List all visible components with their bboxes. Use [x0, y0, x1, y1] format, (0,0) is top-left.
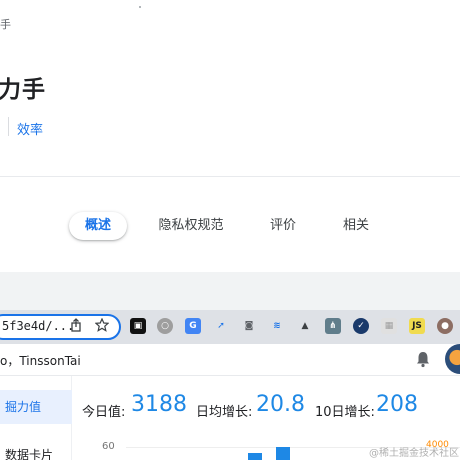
sidebar-item-data-card[interactable]: 数据卡片 — [5, 446, 53, 460]
watermark: @稀土掘金技术社区 — [369, 448, 459, 459]
js-extension-icon[interactable]: JS — [409, 318, 425, 334]
rocket-extension-icon[interactable]: ➚ — [213, 318, 229, 334]
app-extension-icon[interactable]: ▣ — [130, 318, 146, 334]
decorative-dot — [139, 6, 141, 8]
address-text: 5f3e4d/... — [2, 319, 75, 333]
page-title: 力手 — [0, 77, 46, 103]
record-extension-icon[interactable]: ○ — [157, 318, 173, 334]
chart-bar — [248, 453, 262, 460]
tab-related[interactable]: 相关 — [335, 212, 377, 240]
meta-divider — [8, 117, 9, 136]
translate-extension-icon[interactable]: G — [185, 318, 201, 334]
daily-growth-label: 日均增长: — [196, 405, 253, 420]
today-value: 3188 — [131, 392, 187, 417]
hub-extension-icon[interactable]: ⋔ — [325, 318, 341, 334]
camera-extension-icon[interactable]: ◙ — [241, 318, 257, 334]
tomato-extension-icon[interactable]: ● — [437, 318, 453, 334]
y-axis-tick-label: 60 — [102, 441, 115, 452]
tab-reviews[interactable]: 评价 — [262, 212, 304, 240]
ten-day-growth-label: 10日增长: — [315, 405, 375, 420]
chart-bar — [276, 447, 290, 460]
screenshot-carousel-background — [0, 272, 460, 310]
tab-privacy[interactable]: 隐私权规范 — [152, 212, 230, 240]
layers-extension-icon[interactable]: ≋ — [269, 318, 285, 334]
section-divider — [0, 176, 460, 177]
today-value-label: 今日值: — [82, 405, 126, 420]
category-link[interactable]: 效率 — [17, 119, 43, 138]
sidebar-item-score[interactable]: 掘力值 — [5, 398, 41, 415]
daily-growth-value: 20.8 — [256, 392, 305, 417]
grid-extension-icon[interactable]: ▦ — [381, 318, 397, 334]
tab-overview[interactable]: 概述 — [69, 212, 127, 240]
share-icon[interactable] — [69, 318, 83, 332]
triangle-extension-icon[interactable]: ▲ — [297, 318, 313, 334]
breadcrumb: 手 — [0, 18, 11, 31]
bell-icon[interactable] — [414, 350, 432, 368]
ten-day-growth-value: 208 — [376, 392, 418, 417]
check-extension-icon[interactable]: ✓ — [353, 318, 369, 334]
star-icon[interactable] — [95, 318, 109, 332]
user-greeting: o，TinssonTai — [0, 354, 81, 368]
